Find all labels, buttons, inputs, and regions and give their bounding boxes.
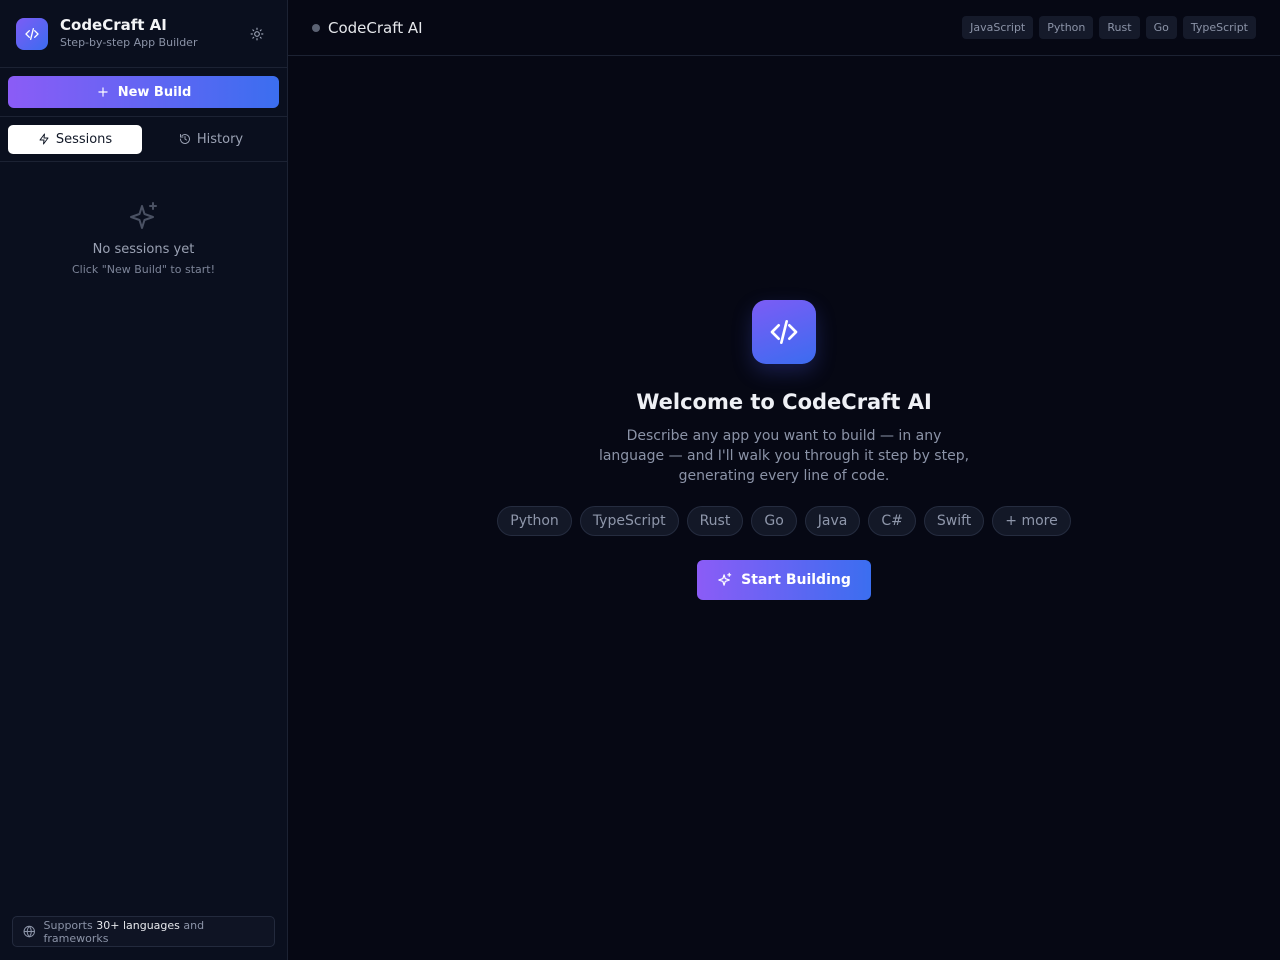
app-root: CodeCraft AI Step-by-step App Builder Ne… xyxy=(0,0,1280,960)
brand-title: CodeCraft AI xyxy=(60,16,167,34)
status-dot xyxy=(312,23,320,32)
welcome-title: Welcome to CodeCraft AI xyxy=(636,390,932,414)
top-bar: CodeCraft AI JavaScript Python Rust Go T… xyxy=(288,0,1280,56)
sidebar-tabs: Sessions History xyxy=(0,117,287,162)
language-chip-typescript[interactable]: TypeScript xyxy=(579,506,679,536)
brand-subtitle: Step-by-step App Builder xyxy=(60,36,198,49)
new-build-button[interactable]: New Build xyxy=(8,76,279,108)
top-bar-title: CodeCraft AI xyxy=(328,18,423,37)
language-chip-python[interactable]: Python xyxy=(497,506,572,536)
sessions-empty-state: No sessions yet Click "New Build" to sta… xyxy=(0,162,287,276)
sparkles-icon xyxy=(0,200,287,236)
languages-support-note: Supports 30+ languages and frameworks xyxy=(12,916,275,947)
sidebar: CodeCraft AI Step-by-step App Builder Ne… xyxy=(0,0,288,960)
sparkles-icon xyxy=(718,572,732,586)
brand-header: CodeCraft AI Step-by-step App Builder xyxy=(0,0,287,68)
footer-prefix: Supports xyxy=(43,918,93,932)
language-chip-java[interactable]: Java xyxy=(804,506,861,536)
new-build-wrap: New Build xyxy=(0,68,287,117)
language-chip-rust[interactable]: Rust xyxy=(686,506,744,536)
tab-sessions[interactable]: Sessions xyxy=(8,124,142,154)
top-language-chip: TypeScript xyxy=(1182,16,1256,39)
start-building-label: Start Building xyxy=(741,572,851,588)
sun-icon xyxy=(250,27,264,41)
plus-icon xyxy=(98,87,108,97)
bolt-icon xyxy=(39,133,49,145)
code-icon xyxy=(752,300,816,364)
start-building-button[interactable]: Start Building xyxy=(697,560,871,600)
welcome-description: Describe any app you want to build — in … xyxy=(598,428,970,484)
top-language-list: JavaScript Python Rust Go TypeScript xyxy=(962,16,1256,39)
tab-history[interactable]: History xyxy=(144,125,278,154)
top-language-chip: Go xyxy=(1145,16,1177,39)
footer-highlight: 30+ languages xyxy=(96,918,180,932)
tab-sessions-label: Sessions xyxy=(55,131,113,147)
globe-icon xyxy=(23,925,35,938)
empty-subtitle: Click "New Build" to start! xyxy=(72,263,215,276)
welcome-section: Welcome to CodeCraft AI Describe any app… xyxy=(288,300,1280,600)
language-chip-swift[interactable]: Swift xyxy=(923,506,985,536)
tab-history-label: History xyxy=(196,131,244,147)
main-panel: CodeCraft AI JavaScript Python Rust Go T… xyxy=(288,0,1280,960)
language-chip-csharp[interactable]: C# xyxy=(868,506,916,536)
top-language-chip: JavaScript xyxy=(962,16,1034,39)
footer-text: Supports 30+ languages and frameworks xyxy=(44,919,264,945)
empty-title: No sessions yet xyxy=(92,242,195,257)
language-chip-more[interactable]: + more xyxy=(992,506,1071,536)
new-build-label: New Build xyxy=(117,84,192,100)
theme-toggle-button[interactable] xyxy=(249,26,265,42)
brand-text: CodeCraft AI Step-by-step App Builder xyxy=(60,16,197,51)
language-chips: Python TypeScript Rust Go Java C# Swift … xyxy=(497,506,1071,536)
code-icon xyxy=(16,17,48,50)
history-icon xyxy=(179,134,190,144)
top-language-chip: Python xyxy=(1039,16,1094,39)
language-chip-go[interactable]: Go xyxy=(751,506,797,536)
top-language-chip: Rust xyxy=(1099,16,1140,39)
